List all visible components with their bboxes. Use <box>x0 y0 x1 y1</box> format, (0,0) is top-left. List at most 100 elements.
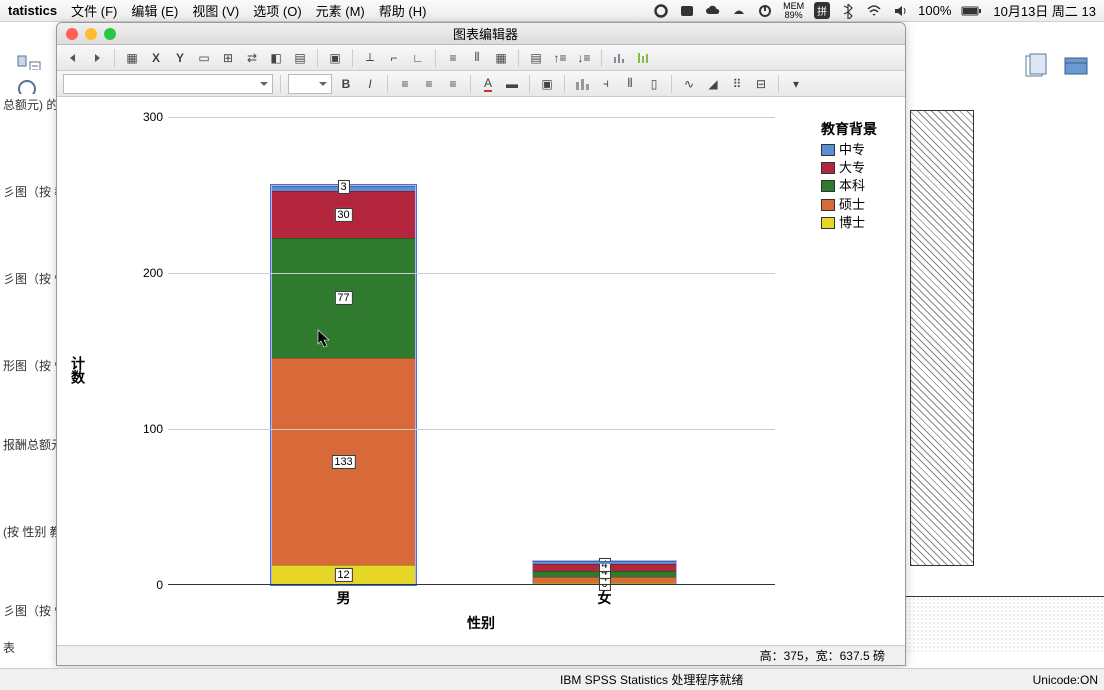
gridline-h-button[interactable]: ≡ <box>443 48 463 68</box>
bar-男[interactable]: 1213377303男 <box>271 185 416 585</box>
font-size-dropdown[interactable] <box>288 74 332 94</box>
selection-dropdown[interactable] <box>63 74 273 94</box>
ime-icon[interactable]: 拼 <box>814 2 830 19</box>
fill-color-button[interactable]: ▬ <box>502 74 522 94</box>
list-item[interactable]: 彡图（按 性 <box>0 268 58 289</box>
legend-label: 大专 <box>839 159 865 177</box>
battery-text: 100% <box>918 3 951 18</box>
wifi-icon[interactable] <box>866 3 882 19</box>
cluster-button[interactable]: ⦀ <box>620 74 640 94</box>
x-axis-button[interactable]: X <box>146 48 166 68</box>
axis-style1-button[interactable]: ⟂ <box>360 48 380 68</box>
gridline-v-button[interactable]: ⦀ <box>467 48 487 68</box>
legend-label: 中专 <box>839 141 865 159</box>
scatter-button[interactable]: ⠿ <box>727 74 747 94</box>
window-tile-icon[interactable] <box>1062 52 1092 82</box>
y-tick: 100 <box>127 422 163 436</box>
more-chart-button[interactable]: ▾ <box>786 74 806 94</box>
gridline-both-button[interactable]: ▦ <box>491 48 511 68</box>
grid-toggle-button[interactable]: ⊞ <box>218 48 238 68</box>
y-axis-button[interactable]: Y <box>170 48 190 68</box>
menu-elements[interactable]: 元素 (M) <box>316 1 365 20</box>
bold-button[interactable]: B <box>336 74 356 94</box>
palette-button[interactable]: ◧ <box>266 48 286 68</box>
window-zoom-button[interactable] <box>104 28 116 40</box>
align-left-button[interactable]: ≡ <box>395 74 415 94</box>
segment-中专[interactable] <box>533 561 676 564</box>
segment-大专[interactable]: 30 <box>272 191 415 238</box>
magnify-icon[interactable] <box>14 76 46 94</box>
app-status-bar: IBM SPSS Statistics 处理程序就绪 Unicode:ON <box>0 668 1104 690</box>
window-minimize-button[interactable] <box>85 28 97 40</box>
list-item[interactable]: (按 性别 教 <box>0 521 58 542</box>
doc-copy-icon[interactable] <box>1020 52 1050 82</box>
list-item[interactable]: 报酬总额元 <box>0 434 58 455</box>
legend-item[interactable]: 大专 <box>821 159 877 177</box>
bar-chart-button[interactable] <box>572 74 592 94</box>
redo-button[interactable] <box>87 48 107 68</box>
hat-icon <box>731 3 747 19</box>
battery-icon <box>961 3 983 19</box>
data-label: 77 <box>334 291 352 305</box>
stack-button[interactable]: ▯ <box>644 74 664 94</box>
segment-博士[interactable]: 12 <box>272 565 415 584</box>
editor-titlebar[interactable]: 图表编辑器 <box>57 23 905 45</box>
list-item[interactable]: 彡图（按 教 <box>0 181 58 202</box>
legend-item[interactable]: 中专 <box>821 141 877 159</box>
menu-view[interactable]: 视图 (V) <box>192 1 239 20</box>
bar-女[interactable]: 0444女 <box>532 560 677 585</box>
data-label: 3 <box>337 180 349 194</box>
line-chart-button[interactable]: ∿ <box>679 74 699 94</box>
dots-toggle-button[interactable]: ▦ <box>122 48 142 68</box>
axis-style2-button[interactable]: ⌐ <box>384 48 404 68</box>
legend-button[interactable]: ▤ <box>290 48 310 68</box>
editor-toolbar-1: ▦ X Y ▭ ⊞ ⇄ ◧ ▤ ▣ ⟂ ⌐ ∟ ≡ ⦀ ▦ ▤ ↑≡ ↓≡ <box>57 45 905 71</box>
editor-status-bar: 高：375，宽：637.5 磅 <box>57 645 905 665</box>
plot-area: 0100200300 1213377303男0444女 <box>123 117 775 585</box>
align-center-button[interactable]: ≡ <box>419 74 439 94</box>
menu-help[interactable]: 帮助 (H) <box>379 1 427 20</box>
axis-style3-button[interactable]: ∟ <box>408 48 428 68</box>
menu-options[interactable]: 选项 (O) <box>253 1 301 20</box>
area-chart-button[interactable]: ◢ <box>703 74 723 94</box>
list-item[interactable]: 总额元) 的 <box>0 94 58 115</box>
italic-button[interactable]: I <box>360 74 380 94</box>
menu-edit[interactable]: 编辑 (E) <box>131 1 178 20</box>
status-tile-icon <box>679 3 695 19</box>
box-button[interactable]: ⊟ <box>751 74 771 94</box>
region-button[interactable]: ▭ <box>194 48 214 68</box>
chart-type1-button[interactable] <box>609 48 629 68</box>
menubar-date: 10月13日 周二 13 <box>993 1 1096 20</box>
fit-button[interactable]: ▣ <box>537 74 557 94</box>
bars-container: 1213377303男0444女 <box>213 117 735 585</box>
list-item[interactable]: 彡图（按 性 <box>0 600 58 621</box>
volume-icon[interactable] <box>892 3 908 19</box>
undo-button[interactable] <box>63 48 83 68</box>
chart-canvas[interactable]: 计数 0100200300 1213377303男0444女 教育背景 中专大专… <box>57 97 905 645</box>
label-toggle-button[interactable]: ▣ <box>325 48 345 68</box>
x-axis-line <box>168 584 775 585</box>
chart-type2-button[interactable] <box>633 48 653 68</box>
segment-中专[interactable]: 3 <box>272 186 415 191</box>
segment-大专[interactable]: 4 <box>533 564 676 570</box>
legend-label: 本科 <box>839 177 865 195</box>
legend-item[interactable]: 博士 <box>821 214 877 232</box>
output-tree-icon[interactable] <box>14 52 46 70</box>
y-tick: 200 <box>127 266 163 280</box>
align-right-button[interactable]: ≡ <box>443 74 463 94</box>
segment-本科[interactable]: 77 <box>272 238 415 358</box>
list-item[interactable]: 形图（按 性 <box>0 355 58 376</box>
menu-file[interactable]: 文件 (F) <box>71 1 117 20</box>
window-close-button[interactable] <box>66 28 78 40</box>
text-color-button[interactable]: A <box>478 74 498 94</box>
sort-asc-button[interactable]: ↑≡ <box>550 48 570 68</box>
histogram-button[interactable]: ⫞ <box>596 74 616 94</box>
transpose-button[interactable]: ⇄ <box>242 48 262 68</box>
segment-硕士[interactable]: 133 <box>272 358 415 565</box>
list-item[interactable]: 表 <box>0 637 58 658</box>
sort-desc-button[interactable]: ↓≡ <box>574 48 594 68</box>
legend-item[interactable]: 本科 <box>821 177 877 195</box>
bluetooth-icon[interactable] <box>840 3 856 19</box>
colormap-button[interactable]: ▤ <box>526 48 546 68</box>
legend-item[interactable]: 硕士 <box>821 196 877 214</box>
